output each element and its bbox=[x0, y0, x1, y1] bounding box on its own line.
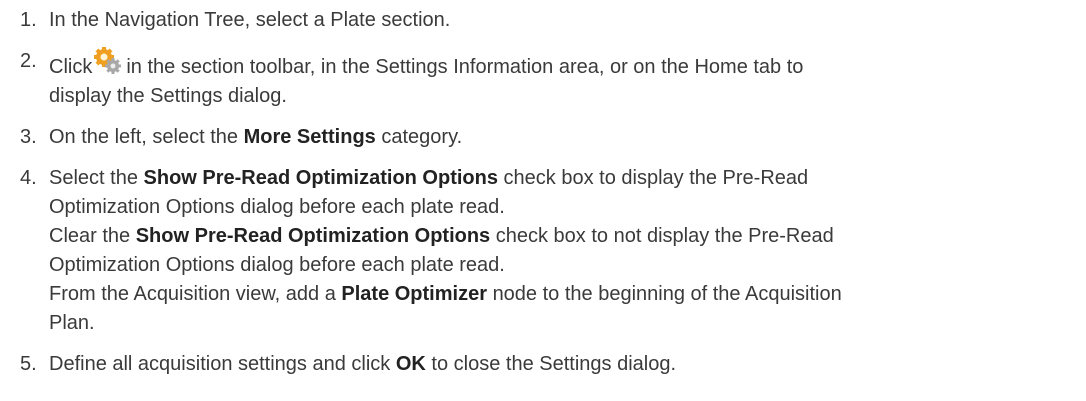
step-text-line: Clear the Show Pre-Read Optimization Opt… bbox=[49, 222, 1086, 251]
step-text-post: node to the beginning of the Acquisition bbox=[492, 283, 842, 305]
step-text-post: in the section toolbar, in the Settings … bbox=[126, 56, 804, 78]
procedure-document: 1. In the Navigation Tree, select a Plat… bbox=[0, 0, 1086, 401]
step-text-continuation: Optimization Options dialog before each … bbox=[49, 196, 505, 218]
step-text-line: From the Acquisition view, add a Plate O… bbox=[49, 280, 1086, 309]
step-number: 1. bbox=[20, 9, 37, 31]
step-text-pre: Click bbox=[49, 56, 93, 78]
step-text-post: check box to not display the Pre-Read bbox=[495, 225, 834, 247]
step-text-pre: Clear the bbox=[49, 225, 131, 247]
ui-term-more-settings: More Settings bbox=[243, 126, 376, 148]
step-4: 4. Select the Show Pre-Read Optimization… bbox=[0, 164, 1086, 338]
step-number: 4. bbox=[20, 167, 37, 189]
step-text-pre: Define all acquisition settings and clic… bbox=[49, 353, 391, 375]
step-text: In the Navigation Tree, select a Plate s… bbox=[49, 9, 451, 31]
step-text-post: check box to display the Pre-Read bbox=[503, 167, 809, 189]
step-text-line: Define all acquisition settings and clic… bbox=[49, 350, 1086, 379]
step-text-line: On the left, select the More Settings ca… bbox=[49, 123, 1086, 152]
step-text-continuation: Plan. bbox=[49, 312, 95, 334]
step-text-pre: From the Acquisition view, add a bbox=[49, 283, 336, 305]
step-1: 1. In the Navigation Tree, select a Plat… bbox=[0, 6, 1086, 35]
ui-term-plate-optimizer: Plate Optimizer bbox=[341, 283, 487, 305]
step-5: 5. Define all acquisition settings and c… bbox=[0, 350, 1086, 379]
ui-term-show-pre-read-options: Show Pre-Read Optimization Options bbox=[135, 225, 491, 247]
step-text-line: Click in the section toolbar, in the Set… bbox=[49, 47, 1086, 82]
step-text-post: to close the Settings dialog. bbox=[431, 353, 677, 375]
step-number: 5. bbox=[20, 353, 37, 375]
step-text-pre: On the left, select the bbox=[49, 126, 238, 148]
ui-term-ok: OK bbox=[395, 353, 426, 375]
step-2: 2. Click in the section toolbar, in the … bbox=[0, 47, 1086, 111]
step-text-post: category. bbox=[381, 126, 463, 148]
step-text-pre: Select the bbox=[49, 167, 138, 189]
steps-list: 1. In the Navigation Tree, select a Plat… bbox=[0, 6, 1086, 379]
step-text-continuation: display the Settings dialog. bbox=[49, 85, 287, 107]
step-text-line: Select the Show Pre-Read Optimization Op… bbox=[49, 164, 1086, 193]
step-3: 3. On the left, select the More Settings… bbox=[0, 123, 1086, 152]
settings-gear-icon bbox=[94, 47, 122, 74]
ui-term-show-pre-read-options: Show Pre-Read Optimization Options bbox=[143, 167, 498, 189]
step-number: 3. bbox=[20, 126, 37, 148]
step-number: 2. bbox=[20, 50, 37, 72]
step-text-continuation: Optimization Options dialog before each … bbox=[49, 254, 505, 276]
